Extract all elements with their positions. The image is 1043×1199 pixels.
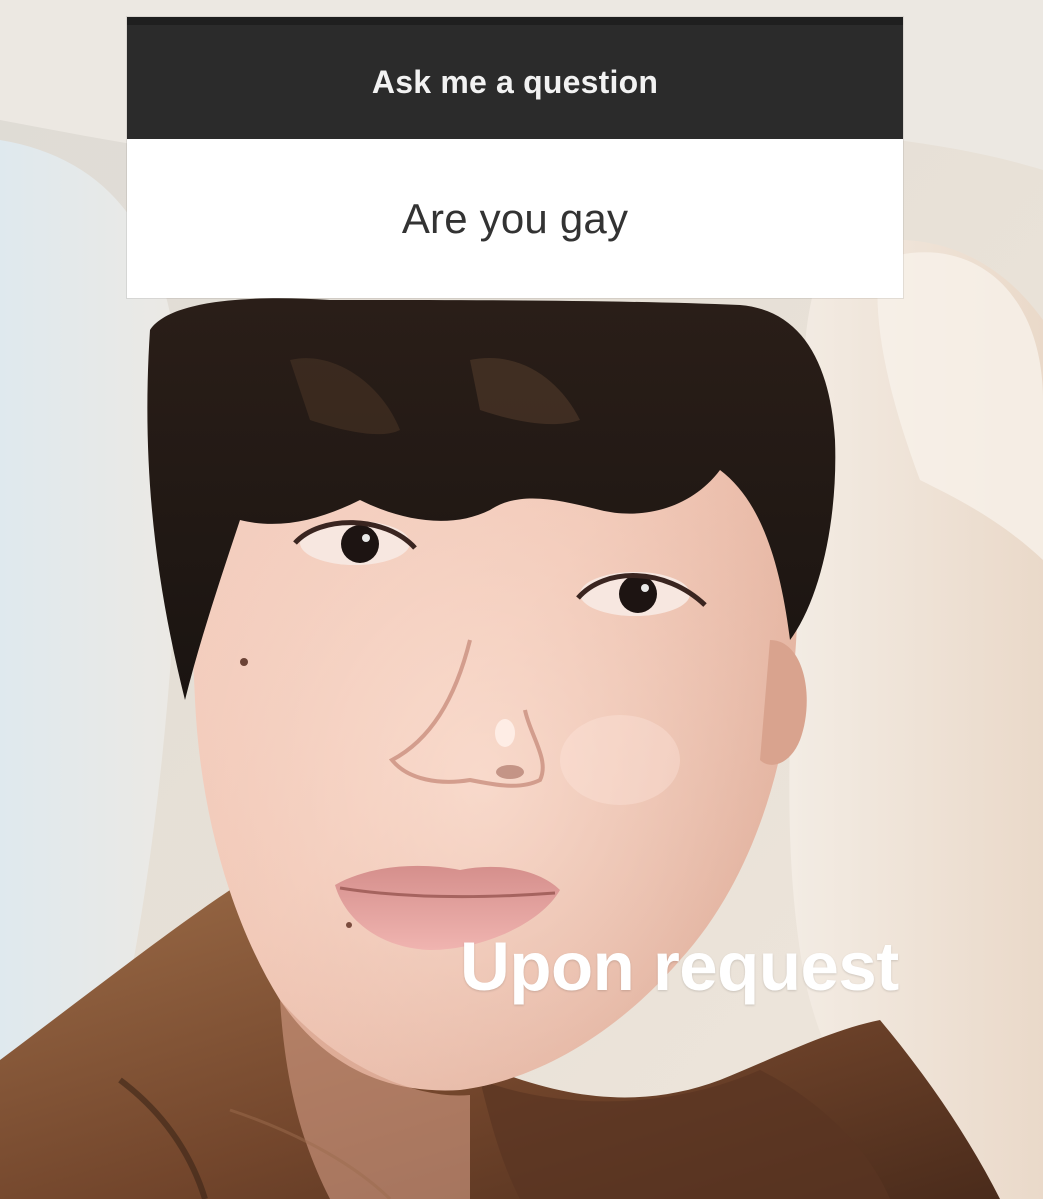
question-sticker: Ask me a question Are you gay <box>127 17 903 298</box>
caption-text: Upon request <box>460 928 899 1005</box>
question-sticker-body: Are you gay <box>127 139 903 298</box>
question-text: Are you gay <box>401 194 629 242</box>
question-sticker-title: Ask me a question <box>371 63 659 100</box>
question-sticker-header: Ask me a question <box>127 17 903 139</box>
